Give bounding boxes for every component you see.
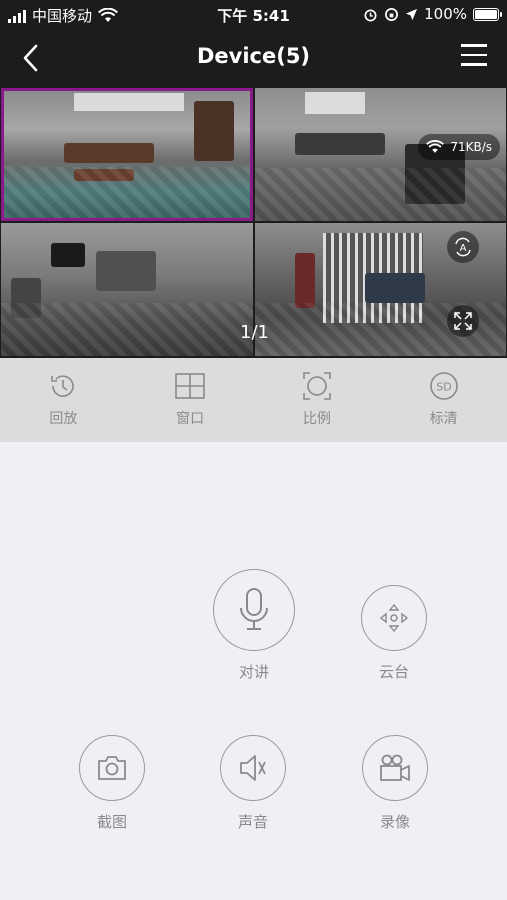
- page-title: Device(5): [196, 44, 311, 68]
- sd-quality-icon: SD: [428, 370, 460, 402]
- speaker-mute-icon: [220, 735, 286, 801]
- history-icon: [47, 370, 79, 402]
- video-tile-3[interactable]: [1, 223, 253, 356]
- ptz-button[interactable]: 云台: [361, 585, 427, 682]
- svg-text:A: A: [460, 243, 467, 254]
- location-icon: [406, 8, 418, 20]
- video-grid: 71KB/s 1/1 A: [0, 86, 507, 358]
- svg-text:SD: SD: [436, 381, 451, 394]
- rotation-lock-icon: [385, 7, 399, 21]
- snapshot-button[interactable]: 截图: [79, 735, 145, 832]
- status-bar: 中国移动 下午 5:41 100%: [0, 0, 507, 30]
- video-toolbar: 回放 窗口 比例 SD 标清: [0, 358, 507, 442]
- toolbar-label: 窗口: [176, 411, 205, 427]
- top-bar: 中国移动 下午 5:41 100% Device(5): [0, 0, 507, 86]
- snapshot-label: 截图: [96, 813, 127, 831]
- talk-label: 对讲: [238, 663, 269, 681]
- video-record-icon: [362, 735, 428, 801]
- camera-icon: [79, 735, 145, 801]
- hamburger-menu-icon[interactable]: [461, 44, 487, 68]
- ptz-label: 云台: [378, 663, 409, 681]
- wifi-icon: [426, 140, 445, 153]
- record-label: 录像: [379, 813, 410, 831]
- microphone-icon: [213, 569, 295, 651]
- toolbar-label: 比例: [302, 411, 331, 427]
- window-button[interactable]: 窗口: [127, 358, 254, 442]
- grid-window-icon: [174, 370, 206, 402]
- battery-icon: [473, 7, 502, 21]
- network-speed: 71KB/s: [450, 140, 492, 154]
- sound-button[interactable]: 声音: [220, 735, 286, 832]
- aspect-ratio-icon: [301, 370, 333, 402]
- quality-button[interactable]: SD 标清: [380, 358, 507, 442]
- talk-button[interactable]: 对讲: [213, 569, 295, 682]
- video-tile-2[interactable]: 71KB/s: [255, 88, 506, 221]
- aspect-ratio-button[interactable]: 比例: [254, 358, 381, 442]
- nav-bar: Device(5): [0, 30, 507, 86]
- page-indicator: 1/1: [240, 322, 269, 343]
- toolbar-label: 标清: [429, 411, 458, 427]
- ptz-direction-icon: [361, 585, 427, 651]
- toolbar-label: 回放: [49, 411, 78, 427]
- sound-label: 声音: [237, 813, 268, 831]
- record-button[interactable]: 录像: [362, 735, 428, 832]
- fullscreen-icon[interactable]: [447, 305, 479, 337]
- network-speed-badge: 71KB/s: [418, 134, 500, 160]
- alarm-icon: [364, 8, 377, 21]
- auto-rotate-icon[interactable]: A: [447, 231, 479, 263]
- video-tile-1[interactable]: [1, 88, 253, 221]
- playback-button[interactable]: 回放: [0, 358, 127, 442]
- battery-label: 100%: [424, 5, 467, 23]
